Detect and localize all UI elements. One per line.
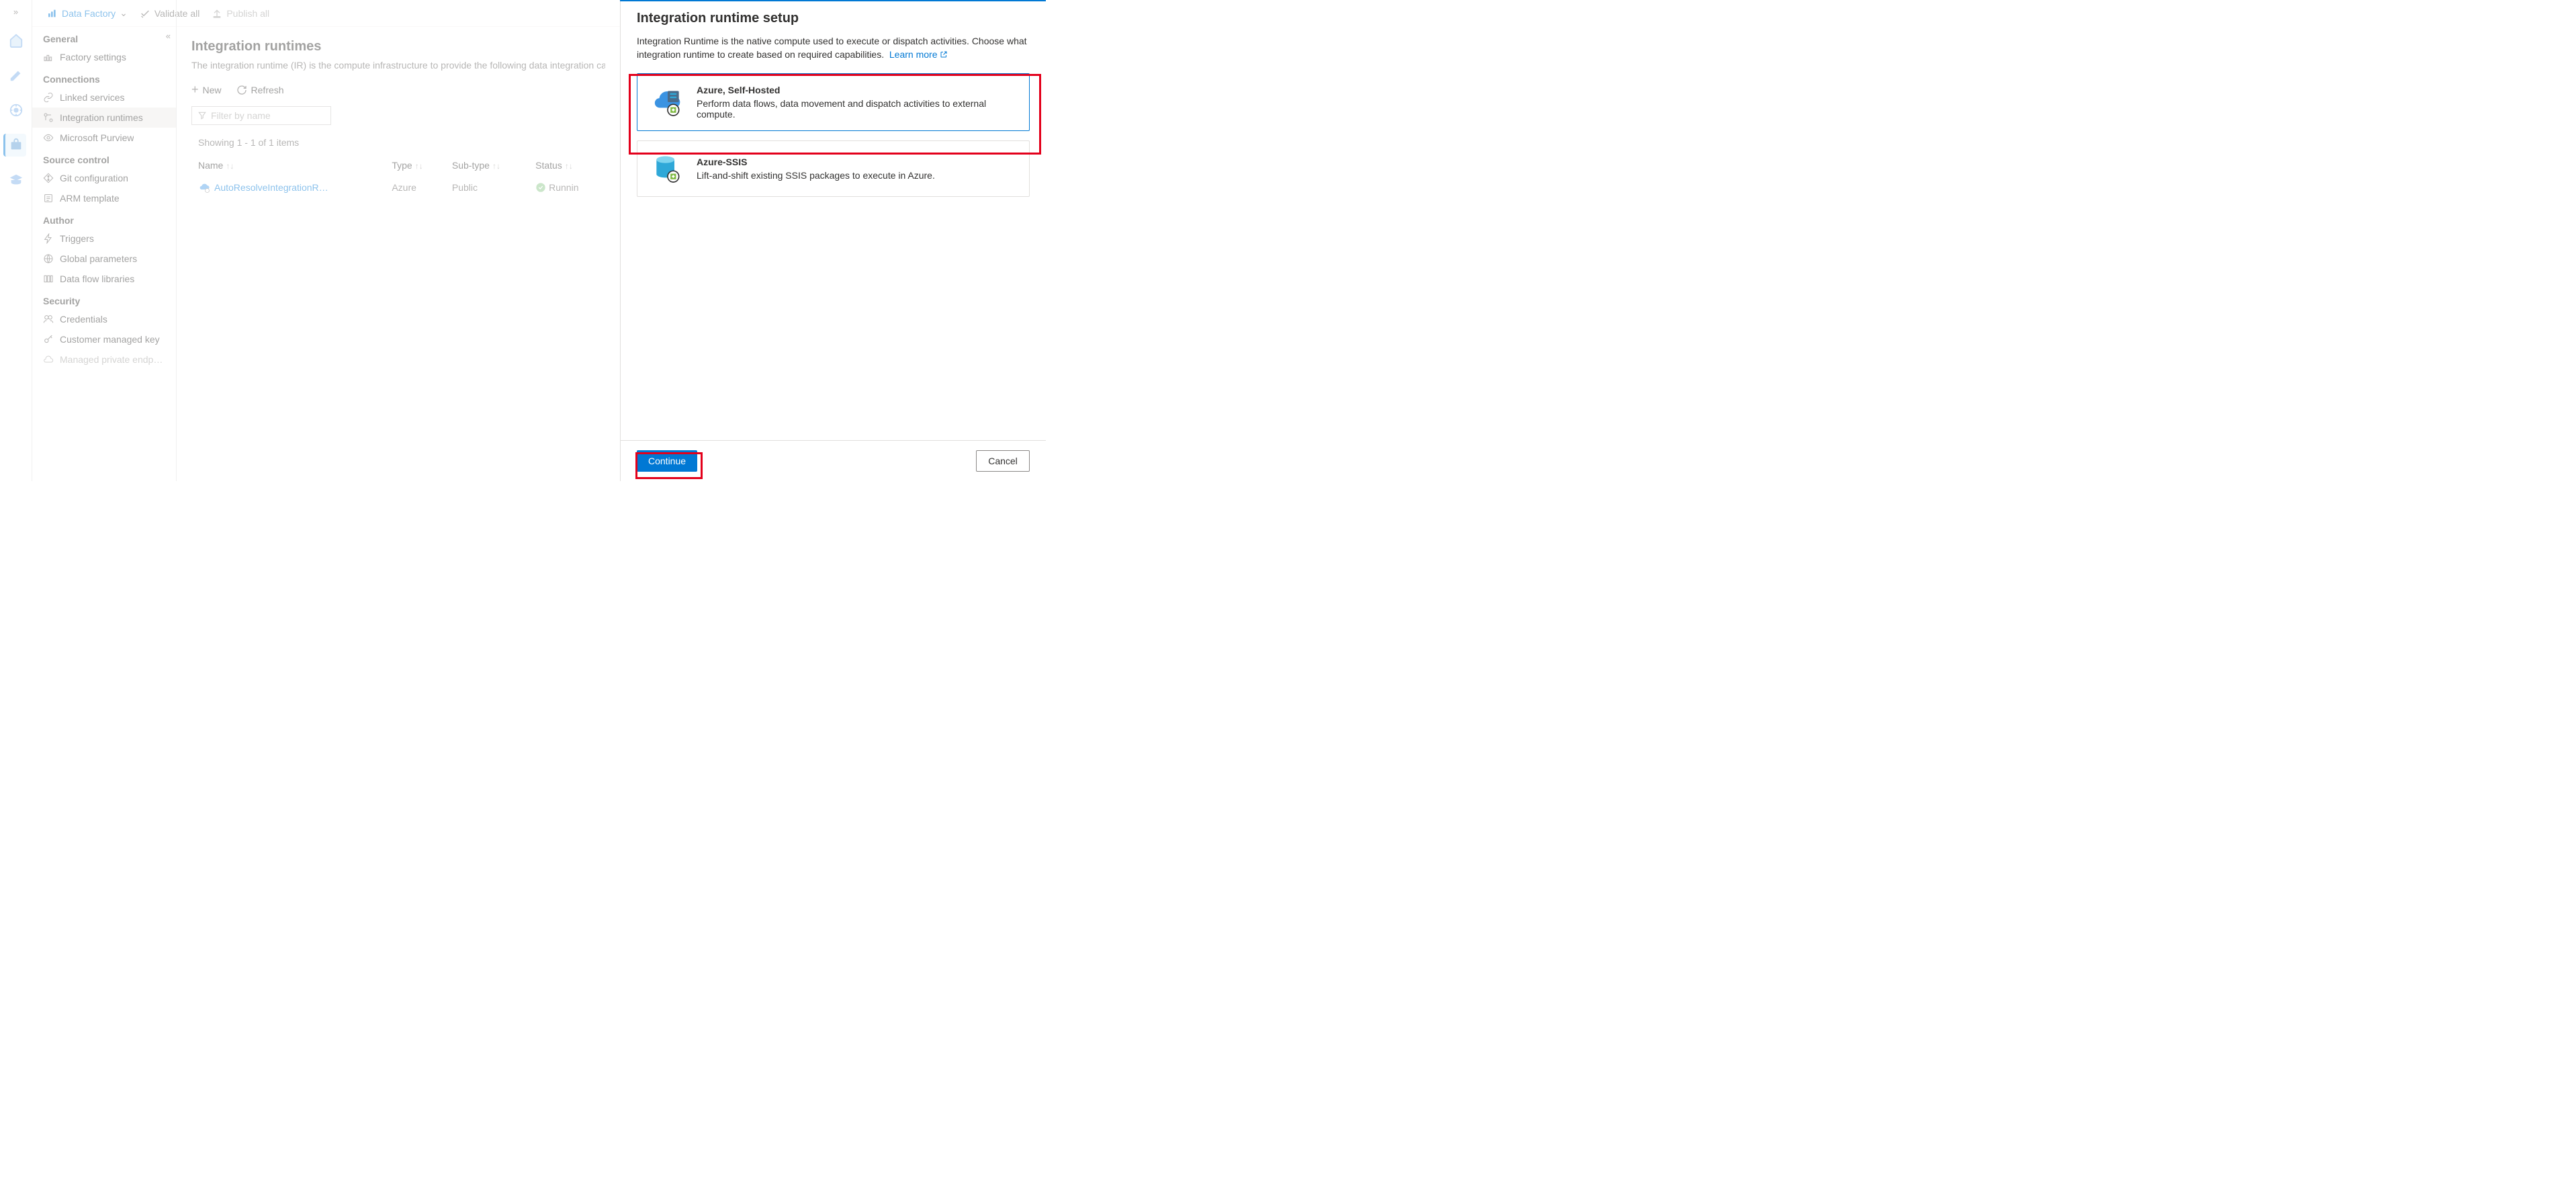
page-description: The integration runtime (IR) is the comp… bbox=[191, 60, 605, 71]
col-status[interactable]: Status↑↓ bbox=[529, 155, 605, 176]
sort-icon: ↑↓ bbox=[492, 161, 500, 171]
new-label: New bbox=[203, 85, 222, 95]
option-subtitle: Perform data flows, data movement and di… bbox=[697, 98, 1016, 120]
section-source-control: Source control bbox=[32, 148, 176, 168]
label: Git configuration bbox=[60, 173, 128, 183]
sidebar-item-arm[interactable]: ARM template bbox=[32, 188, 176, 208]
panel-title: Integration runtime setup bbox=[637, 11, 1030, 26]
label: ARM template bbox=[60, 193, 120, 204]
page-title: Integration runtimes bbox=[191, 39, 605, 54]
sidebar-item-linked-services[interactable]: Linked services bbox=[32, 87, 176, 108]
expand-rail-button[interactable]: » bbox=[13, 7, 18, 17]
label: Global parameters bbox=[60, 253, 137, 264]
col-subtype[interactable]: Sub-type↑↓ bbox=[445, 155, 529, 176]
panel-description: Integration Runtime is the native comput… bbox=[637, 34, 1030, 61]
rail-author[interactable] bbox=[5, 64, 28, 87]
cancel-button[interactable]: Cancel bbox=[976, 450, 1030, 472]
cell-type: Azure bbox=[385, 176, 445, 199]
status-ok-icon bbox=[535, 182, 546, 193]
label: Microsoft Purview bbox=[60, 132, 134, 143]
label: Managed private endpoints bbox=[60, 354, 165, 365]
sort-icon: ↑↓ bbox=[565, 161, 573, 171]
rail-home[interactable] bbox=[5, 29, 28, 52]
sidebar-item-credentials[interactable]: Credentials bbox=[32, 309, 176, 329]
library-icon bbox=[43, 273, 54, 284]
section-security: Security bbox=[32, 289, 176, 309]
sidebar-item-triggers[interactable]: Triggers bbox=[32, 228, 176, 249]
table-row[interactable]: AutoResolveIntegrationR… Azure Public Ru… bbox=[191, 176, 605, 199]
azure-ir-icon bbox=[198, 181, 210, 194]
key-icon bbox=[43, 334, 54, 345]
main-content: Integration runtimes The integration run… bbox=[177, 27, 620, 481]
rail-learn[interactable] bbox=[5, 169, 28, 192]
result-count: Showing 1 - 1 of 1 items bbox=[191, 137, 605, 148]
publish-label: Publish all bbox=[226, 8, 269, 19]
refresh-label: Refresh bbox=[251, 85, 284, 95]
panel-footer: Continue Cancel bbox=[621, 440, 1046, 481]
sidebar-item-purview[interactable]: Microsoft Purview bbox=[32, 128, 176, 148]
cloud-icon bbox=[43, 354, 54, 365]
azure-ssis-icon bbox=[651, 152, 684, 185]
refresh-button[interactable]: Refresh bbox=[236, 83, 284, 97]
sidebar-item-dataflow-libs[interactable]: Data flow libraries bbox=[32, 269, 176, 289]
git-icon bbox=[43, 173, 54, 183]
globe-icon bbox=[43, 253, 54, 264]
option-azure-ssis[interactable]: Azure-SSIS Lift-and-shift existing SSIS … bbox=[637, 140, 1030, 197]
option-title: Azure, Self-Hosted bbox=[697, 85, 1016, 95]
label: Integration runtimes bbox=[60, 112, 143, 123]
filter-icon bbox=[197, 111, 207, 120]
external-link-icon bbox=[940, 50, 948, 58]
section-author: Author bbox=[32, 208, 176, 228]
factory-icon bbox=[43, 52, 54, 62]
label: Data flow libraries bbox=[60, 273, 134, 284]
panel-accent bbox=[620, 0, 1046, 1]
nav-rail: » bbox=[0, 0, 32, 481]
label: Credentials bbox=[60, 314, 107, 325]
label: Linked services bbox=[60, 92, 125, 103]
section-connections: Connections bbox=[32, 67, 176, 87]
runtime-icon bbox=[43, 112, 54, 123]
continue-button[interactable]: Continue bbox=[637, 450, 697, 472]
sidebar-item-global-params[interactable]: Global parameters bbox=[32, 249, 176, 269]
filter-input[interactable]: Filter by name bbox=[191, 106, 331, 125]
sidebar: « General Factory settings Connections L… bbox=[32, 0, 177, 481]
option-subtitle: Lift-and-shift existing SSIS packages to… bbox=[697, 170, 935, 181]
azure-selfhosted-icon bbox=[651, 85, 684, 119]
col-name[interactable]: Name↑↓ bbox=[191, 155, 385, 176]
sort-icon: ↑↓ bbox=[415, 161, 423, 171]
cell-subtype: Public bbox=[445, 176, 529, 199]
ir-setup-panel: Integration runtime setup Integration Ru… bbox=[620, 0, 1046, 481]
new-button[interactable]: + New bbox=[191, 83, 222, 97]
section-general: General bbox=[32, 27, 176, 47]
filter-placeholder: Filter by name bbox=[211, 110, 271, 121]
credentials-icon bbox=[43, 314, 54, 325]
publish-all-button[interactable]: Publish all bbox=[212, 8, 269, 19]
runtimes-table: Name↑↓ Type↑↓ Sub-type↑↓ Status↑↓ AutoRe… bbox=[191, 155, 605, 199]
sidebar-item-git[interactable]: Git configuration bbox=[32, 168, 176, 188]
cell-name: AutoResolveIntegrationR… bbox=[191, 176, 385, 199]
sidebar-item-factory-settings[interactable]: Factory settings bbox=[32, 47, 176, 67]
option-title: Azure-SSIS bbox=[697, 157, 935, 167]
refresh-icon bbox=[236, 85, 247, 95]
sidebar-item-mpe[interactable]: Managed private endpoints bbox=[32, 349, 176, 370]
col-type[interactable]: Type↑↓ bbox=[385, 155, 445, 176]
label: Triggers bbox=[60, 233, 94, 244]
sort-icon: ↑↓ bbox=[226, 161, 234, 171]
rail-monitor[interactable] bbox=[5, 99, 28, 122]
sidebar-item-integration-runtimes[interactable]: Integration runtimes bbox=[32, 108, 176, 128]
template-icon bbox=[43, 193, 54, 204]
option-azure-selfhosted[interactable]: Azure, Self-Hosted Perform data flows, d… bbox=[637, 73, 1030, 131]
learn-more-link[interactable]: Learn more bbox=[889, 49, 948, 60]
plus-icon: + bbox=[191, 83, 199, 97]
link-icon bbox=[43, 92, 54, 103]
label: Factory settings bbox=[60, 52, 126, 62]
rail-manage[interactable] bbox=[3, 134, 26, 157]
trigger-icon bbox=[43, 233, 54, 244]
collapse-sidebar-button[interactable]: « bbox=[166, 31, 171, 41]
eye-icon bbox=[43, 132, 54, 143]
label: Customer managed key bbox=[60, 334, 160, 345]
cell-status: Runnin bbox=[529, 176, 605, 199]
sidebar-item-cmkey[interactable]: Customer managed key bbox=[32, 329, 176, 349]
